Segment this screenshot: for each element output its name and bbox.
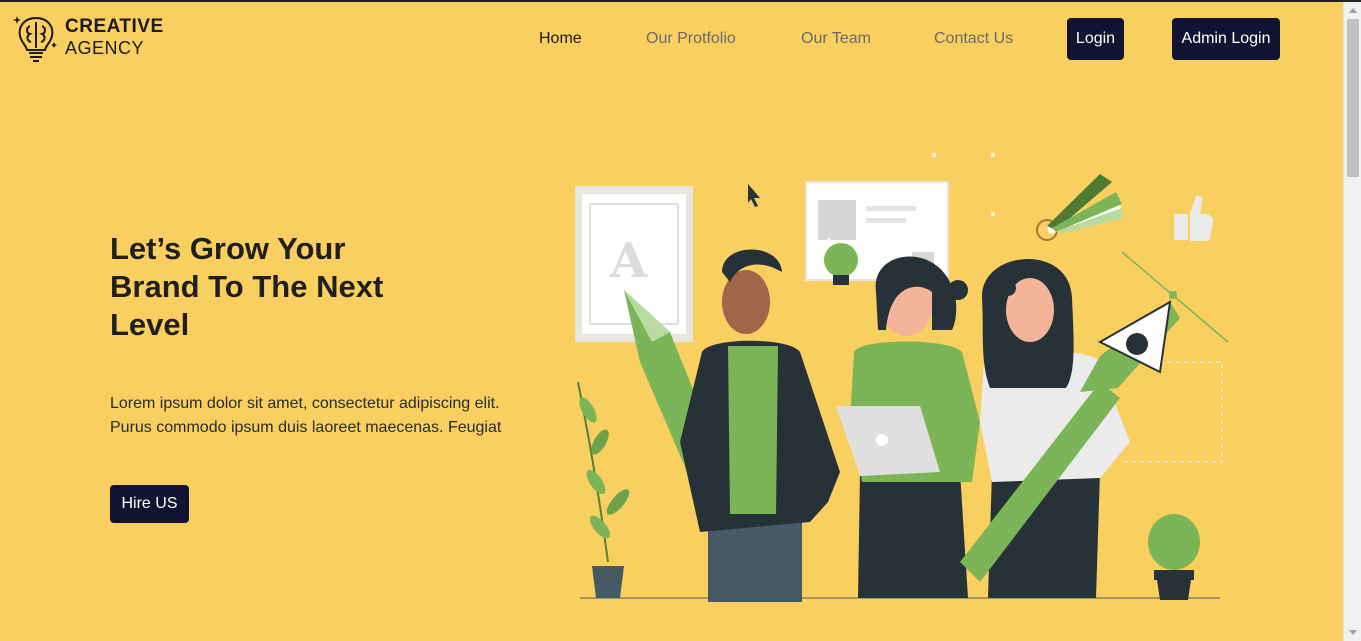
nav-contact[interactable]: Contact Us [934,30,1013,48]
hero-description: Lorem ipsum dolor sit amet, consectetur … [110,392,530,440]
plant-left [577,381,630,598]
color-swatch-icon [1036,174,1122,241]
brand-name-line1: CREATIVE [65,16,164,37]
cactus-plant [1148,514,1200,600]
scrollbar-thumb[interactable] [1347,19,1359,177]
admin-login-button-label: Admin Login [1181,30,1271,47]
nav-portfolio[interactable]: Our Protfolio [646,30,736,48]
login-button-label: Login [1075,30,1116,47]
scroll-down-arrow-icon[interactable] [1349,630,1357,635]
page: CREATIVE AGENCY Home Our Protfolio Our T… [0,2,1343,641]
woman-center-figure [836,256,980,598]
frame-letter: A [609,233,648,289]
thumbs-up-icon [1174,195,1214,241]
hire-us-button-label: Hire US [121,495,178,512]
scroll-up-arrow-icon[interactable] [1349,8,1357,13]
login-button[interactable]: Login [1067,18,1124,60]
woman-right-figure [960,258,1180,598]
brand-logo[interactable]: CREATIVE AGENCY [12,14,164,66]
hero-illustration: A [575,153,1229,602]
admin-login-button[interactable]: Admin Login [1172,18,1280,60]
cursor-icon [748,184,760,207]
brain-bulb-icon [13,16,57,62]
brand-name-line2: AGENCY [65,38,145,58]
hero-title: Let’s Grow Your Brand To The Next Level [110,231,384,342]
nav-team[interactable]: Our Team [801,30,871,48]
hire-us-button[interactable]: Hire US [110,485,189,523]
man-figure [680,249,840,602]
hero-description-line2: Purus commodo ipsum duis laoreet maecena… [110,419,502,436]
nav-home[interactable]: Home [539,30,582,48]
vertical-scrollbar[interactable] [1343,2,1361,641]
hero-description-line1: Lorem ipsum dolor sit amet, consectetur … [110,395,500,412]
